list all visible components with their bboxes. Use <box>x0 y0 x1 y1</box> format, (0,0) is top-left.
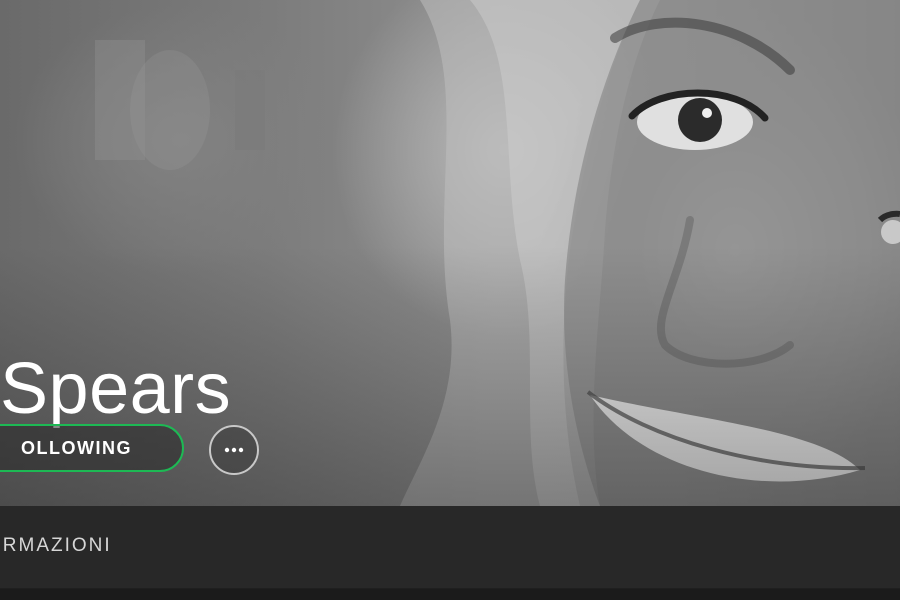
artist-header-image: Spears OLLOWING <box>0 0 900 506</box>
more-options-button[interactable] <box>209 425 259 475</box>
following-button[interactable]: OLLOWING <box>0 424 184 472</box>
more-horizontal-icon <box>224 447 244 453</box>
content-area <box>0 589 900 600</box>
artist-name: Spears <box>0 349 232 430</box>
artist-tab-bar: ORMAZIONI <box>0 506 900 589</box>
tab-informazioni[interactable]: ORMAZIONI <box>0 535 112 557</box>
